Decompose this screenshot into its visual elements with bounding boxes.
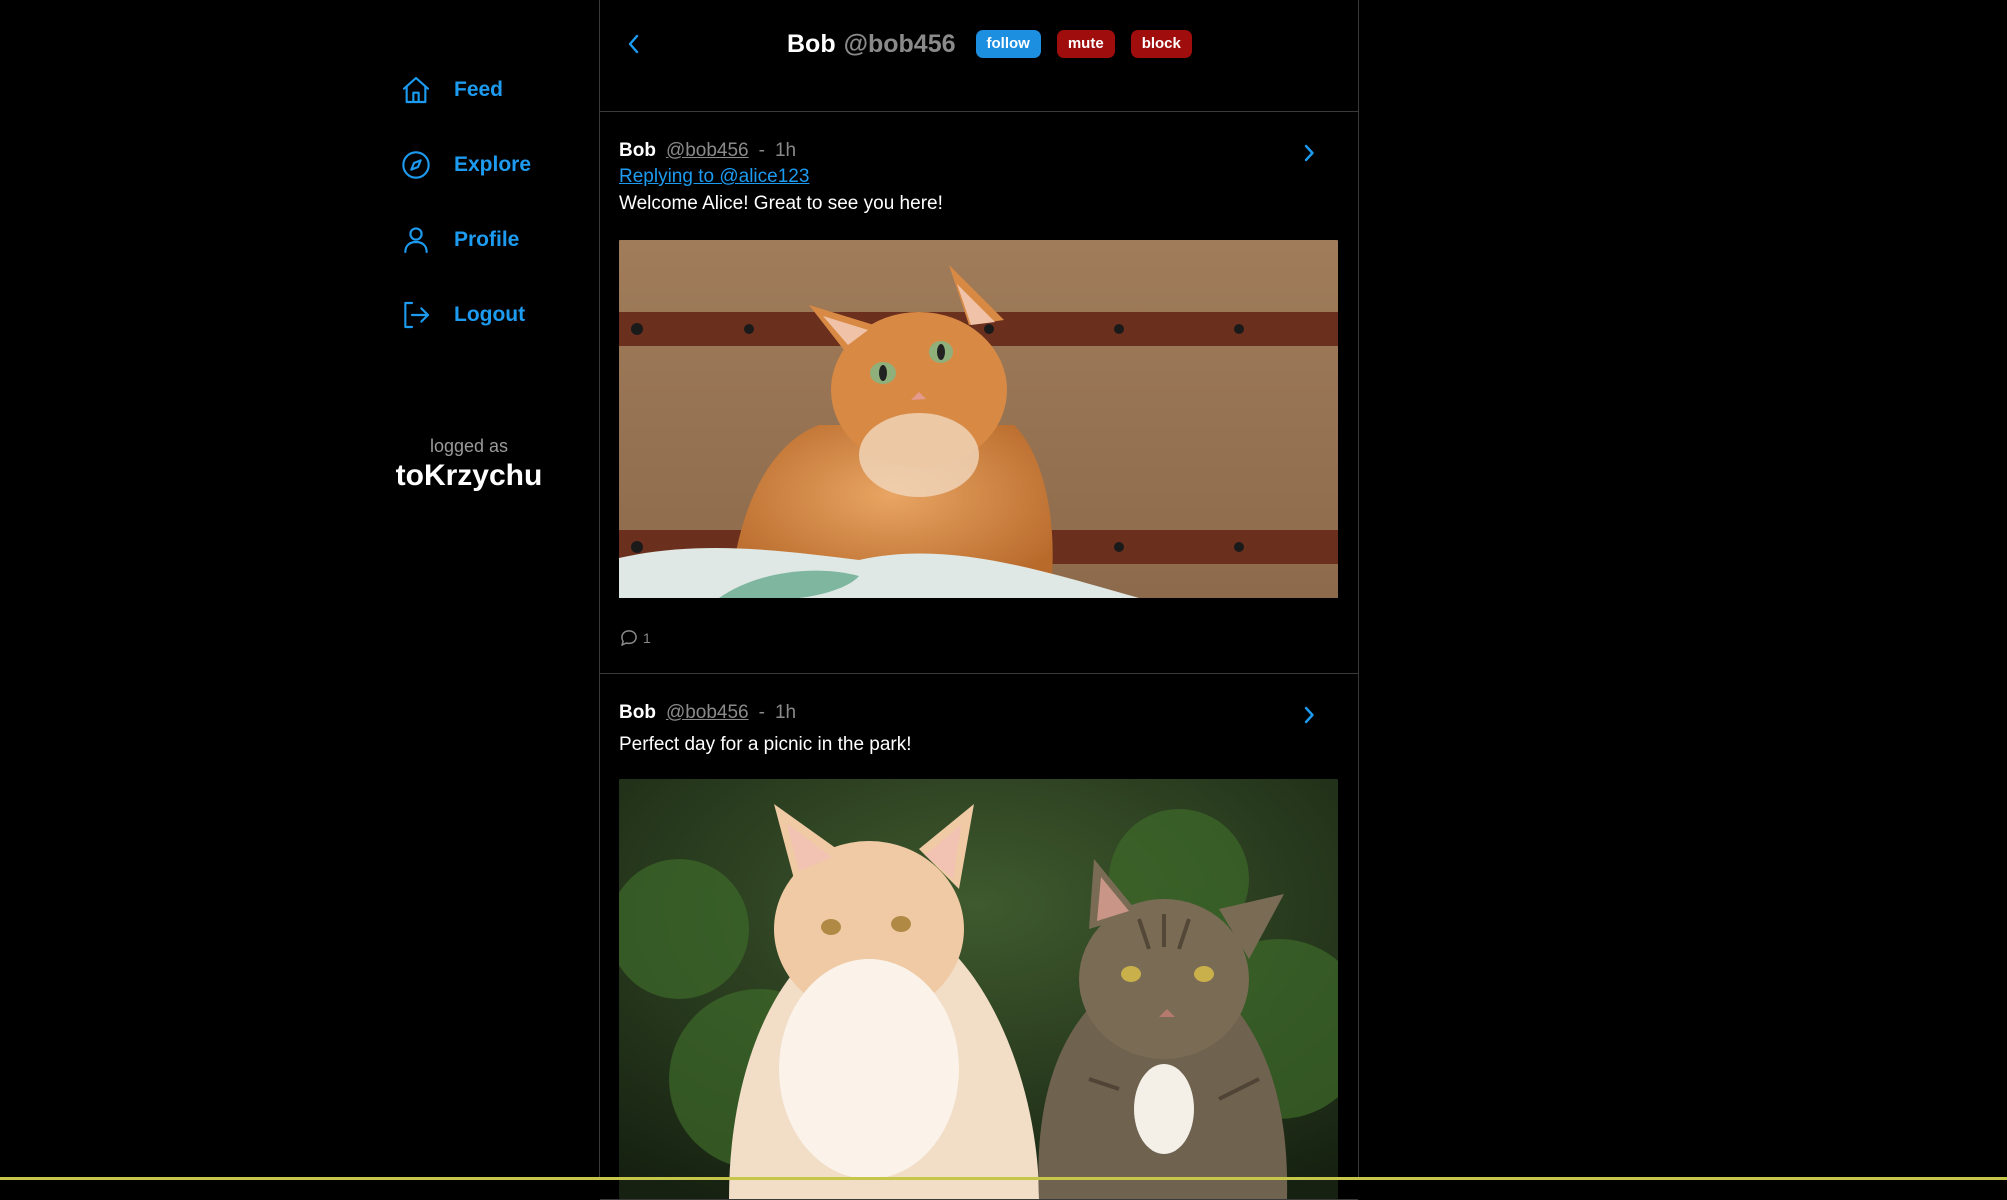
back-button[interactable] (620, 30, 648, 58)
mute-button[interactable]: mute (1056, 30, 1115, 58)
post-card: Bob @bob456 - 1h Replying to @alice123 W… (600, 112, 1358, 674)
profile-header: Bob @bob456 follow mute block (600, 0, 1358, 112)
chevron-right-icon (1304, 144, 1314, 162)
post-card: Bob @bob456 - 1h Perfect day for a picni… (600, 674, 1358, 1200)
post-timestamp: 1h (774, 702, 797, 723)
post-image[interactable] (619, 240, 1338, 603)
post-image[interactable] (619, 779, 1338, 1199)
follow-button[interactable]: follow (975, 30, 1041, 58)
replying-to-link[interactable]: Replying to @alice123 (619, 166, 809, 188)
post-author-handle[interactable]: @bob456 (666, 702, 749, 724)
post-author-handle[interactable]: @bob456 (666, 140, 749, 162)
post-meta-separator: - (758, 140, 765, 161)
profile-header-title: Bob @bob456 follow mute block (787, 25, 1192, 63)
comment-count: 1 (643, 630, 651, 646)
compass-icon (400, 149, 432, 181)
sidebar-item-label: Logout (454, 303, 526, 326)
post-meta: Bob @bob456 - 1h (619, 138, 1339, 164)
sidebar-item-label: Explore (454, 153, 532, 176)
chevron-right-icon (1304, 706, 1314, 724)
logged-as-caption: logged as (429, 436, 509, 456)
open-post-button[interactable] (1296, 702, 1322, 728)
post-text: Perfect day for a picnic in the park! (619, 734, 912, 755)
post-timestamp: 1h (774, 140, 797, 161)
two-cats-photo (619, 779, 1338, 1199)
comment-count-button[interactable]: 1 (619, 603, 1339, 673)
open-post-button[interactable] (1296, 140, 1322, 166)
app-root: Feed Explore Profile Logout logged as to… (0, 0, 2007, 1200)
sidebar-item-label: Feed (454, 78, 504, 101)
profile-handle: @bob456 (843, 29, 956, 58)
post-author-name: Bob (619, 140, 656, 161)
post-author-name: Bob (619, 702, 656, 723)
chevron-left-icon (628, 34, 639, 54)
ginger-cat-photo (619, 240, 1338, 600)
user-icon (400, 224, 432, 256)
profile-column: Bob @bob456 follow mute block Bob @bob45… (599, 0, 1359, 1200)
block-button[interactable]: block (1130, 30, 1192, 58)
profile-name: Bob (787, 29, 836, 58)
post-meta: Bob @bob456 - 1h (619, 700, 1339, 726)
sidebar-item-label: Profile (454, 228, 520, 251)
comment-icon (621, 630, 637, 646)
home-icon (400, 74, 432, 106)
logged-in-user: logged as toKrzychu (360, 436, 578, 493)
logged-username: toKrzychu (395, 459, 543, 492)
logout-icon (400, 299, 432, 331)
post-text: Welcome Alice! Great to see you here! (619, 193, 943, 214)
post-meta-separator: - (758, 702, 765, 723)
